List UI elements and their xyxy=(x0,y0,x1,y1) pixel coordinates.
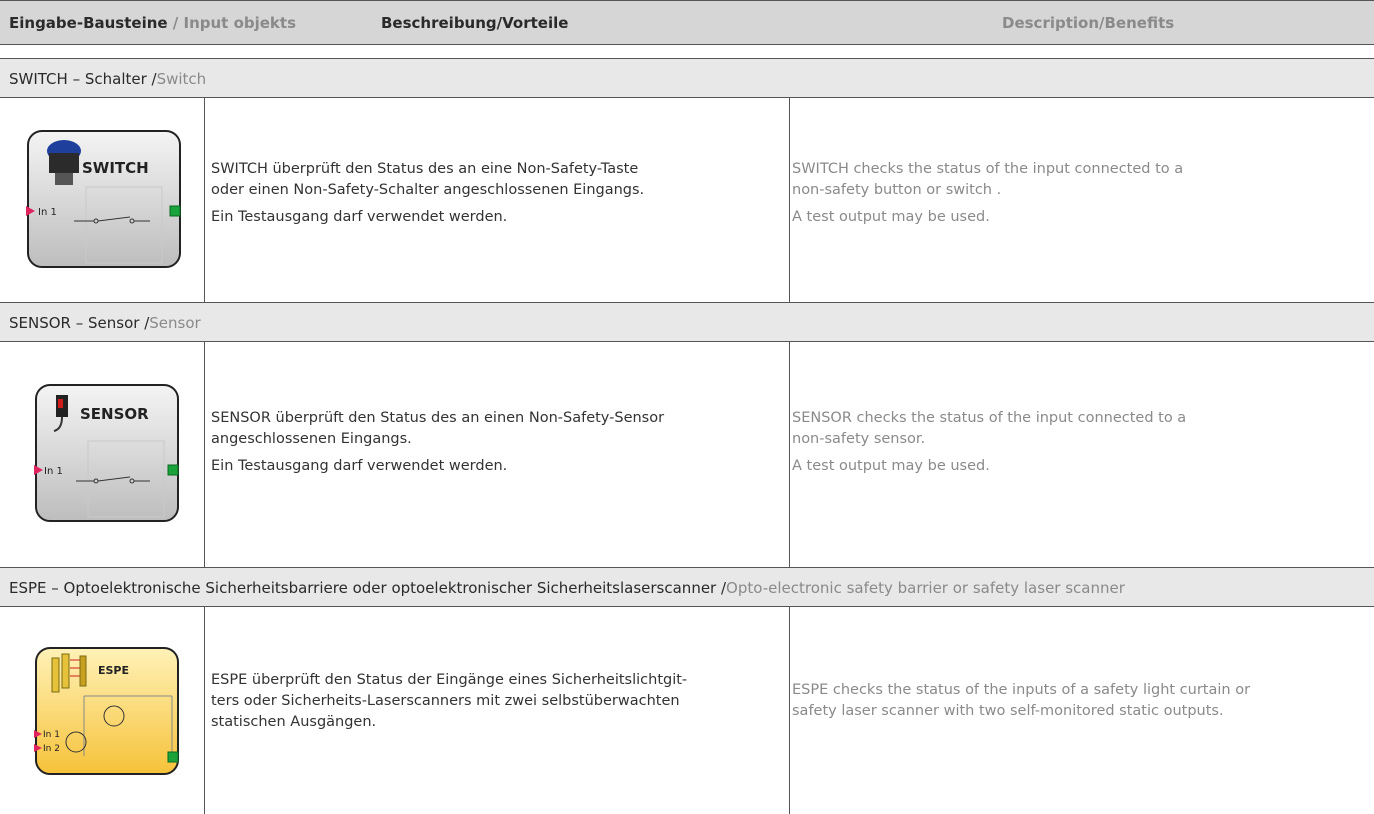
description-en: SWITCH checks the status of the input co… xyxy=(792,161,1184,225)
section-title-en: Sensor xyxy=(149,314,201,332)
header-col1-sep: / xyxy=(167,14,184,32)
section-title-en: Opto-electronic safety barrier or safety… xyxy=(726,579,1125,597)
table-row: ESPE In 1 In 2 ESPE überprüft den Status… xyxy=(0,606,1374,814)
section-title-de: ESPE – Optoelektronische Sicherheitsbarr… xyxy=(9,579,727,597)
header-col3: Description/Benefits xyxy=(1002,14,1175,32)
table-row: SENSOR In 1 SENSOR überprüft den Status … xyxy=(0,341,1374,567)
section-title-sensor: SENSOR – Sensor /Sensor xyxy=(0,302,1374,342)
description-en: SENSOR checks the status of the input co… xyxy=(792,410,1187,474)
section-title-espe: ESPE – Optoelektronische Sicherheitsbarr… xyxy=(0,567,1374,607)
section-title-de: SWITCH – Schalter / xyxy=(9,70,157,88)
svg-text:In 1: In 1 xyxy=(43,730,60,740)
table-row: SWITCH In 1 SWITCH überprüft den Status … xyxy=(0,97,1374,302)
header-col2: Beschreibung/Vorteile xyxy=(381,14,569,32)
svg-text:SENSOR: SENSOR xyxy=(80,405,149,423)
svg-text:SWITCH: SWITCH xyxy=(82,159,149,177)
section-title-switch: SWITCH – Schalter /Switch xyxy=(0,58,1374,98)
document-page: Eingabe-Bausteine / Input objekts Beschr… xyxy=(0,0,1374,814)
svg-text:In 1: In 1 xyxy=(44,466,63,477)
svg-text:In 2: In 2 xyxy=(43,744,60,754)
sensor-block-icon: SENSOR In 1 xyxy=(34,384,179,522)
description-en: ESPE checks the status of the inputs of … xyxy=(792,682,1251,719)
section-title-de: SENSOR – Sensor / xyxy=(9,314,150,332)
svg-text:In 1: In 1 xyxy=(38,207,57,218)
espe-block-icon: ESPE In 1 In 2 xyxy=(34,647,179,775)
svg-text:ESPE: ESPE xyxy=(98,664,129,677)
switch-block-icon: SWITCH In 1 xyxy=(26,130,181,268)
description-de: ESPE überprüft den Status der Eingänge e… xyxy=(211,672,688,730)
header-col1-de: Eingabe-Bausteine xyxy=(9,14,168,32)
description-de: SWITCH überprüft den Status des an eine … xyxy=(211,161,645,225)
header-col1-en: Input objekts xyxy=(183,14,297,32)
section-title-en: Switch xyxy=(156,70,207,88)
description-de: SENSOR überprüft den Status des an einen… xyxy=(211,410,665,474)
table-header: Eingabe-Bausteine / Input objekts Beschr… xyxy=(0,0,1374,45)
header-col1: Eingabe-Bausteine / Input objekts xyxy=(9,14,296,32)
